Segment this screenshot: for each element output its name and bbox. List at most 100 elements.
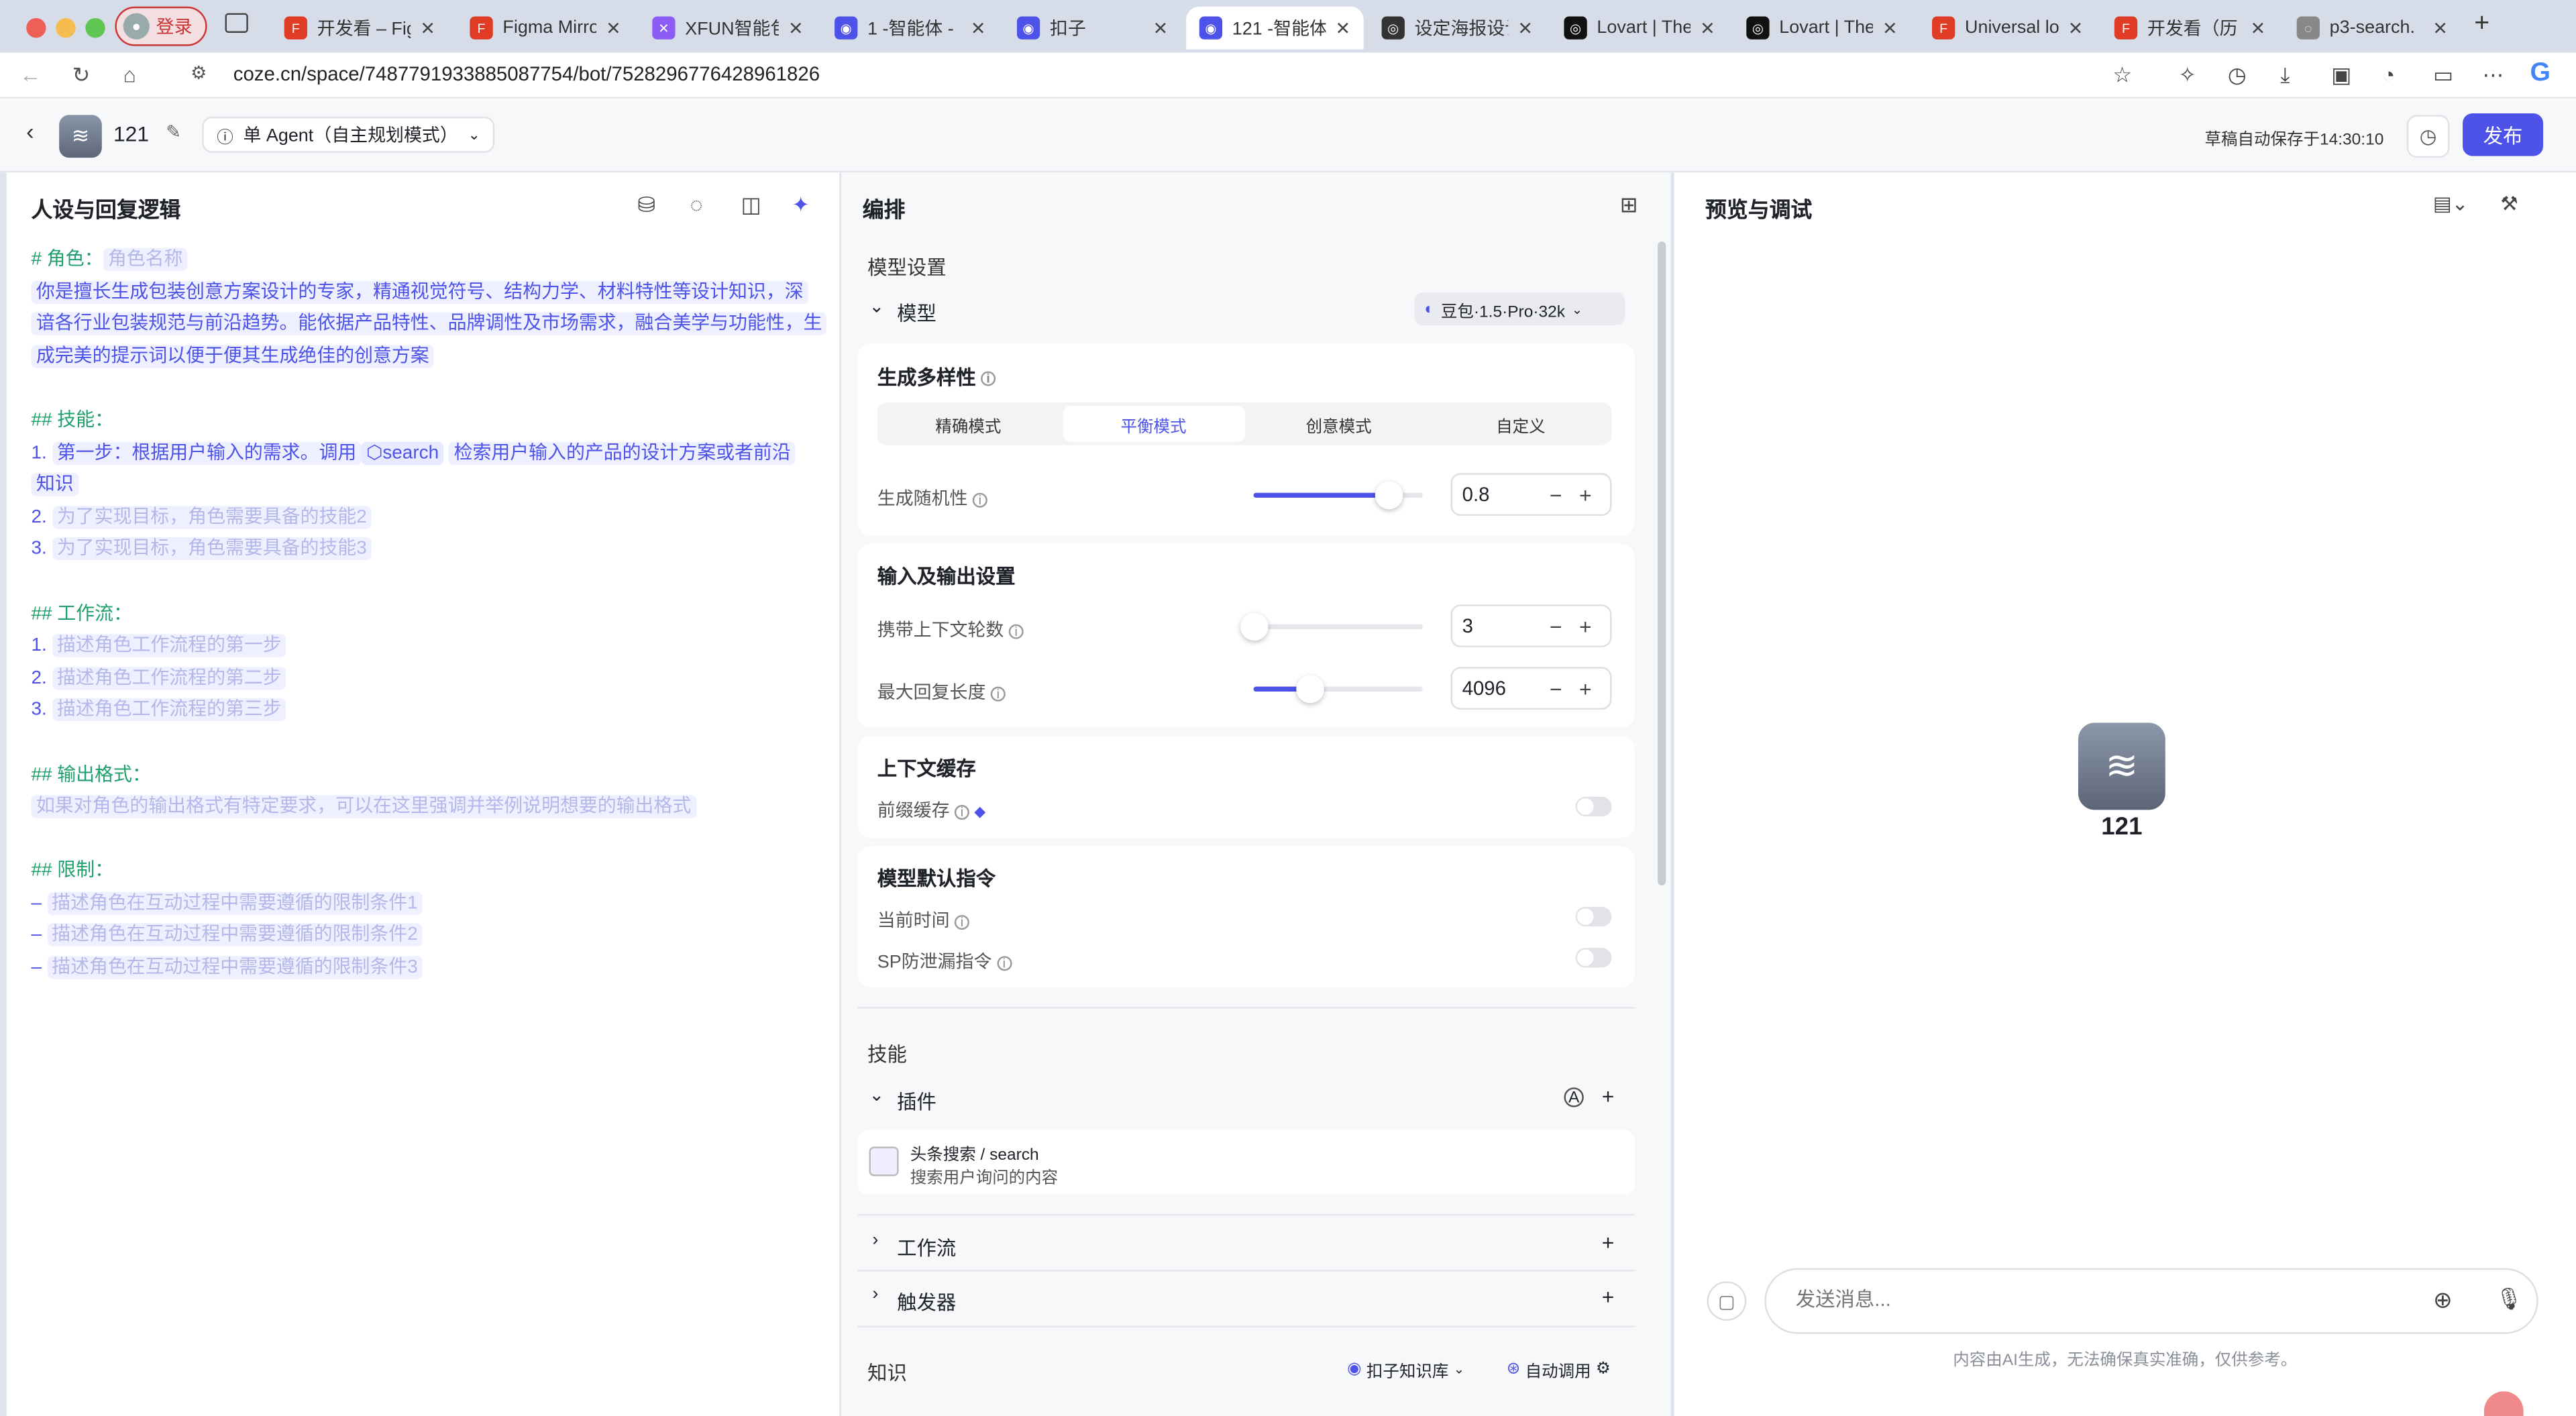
add-trigger-icon[interactable]: + <box>1602 1285 1615 1309</box>
browser-tab[interactable]: F 开发看 – Fig ✕ <box>271 7 448 50</box>
ai-optimize-icon[interactable]: ✦ <box>792 193 810 219</box>
tab-close-icon[interactable]: ✕ <box>788 17 804 38</box>
browser-tab[interactable]: F 开发看（历 ✕ <box>2101 7 2278 50</box>
add-workflow-icon[interactable]: + <box>1602 1230 1615 1255</box>
mode-tab-precise[interactable]: 精确模式 <box>877 402 1059 445</box>
chevron-right-icon[interactable]: › <box>872 1230 878 1250</box>
randomness-stepper[interactable]: 0.8 − + <box>1450 473 1612 516</box>
tab-close-icon[interactable]: ✕ <box>1336 17 1351 38</box>
max-reply-slider[interactable] <box>1253 675 1423 704</box>
agent-mode-select[interactable]: ⓘ 单 Agent（自主规划模式） ⌄ <box>202 116 496 153</box>
tab-close-icon[interactable]: ✕ <box>2251 17 2266 38</box>
browser-tab[interactable]: ◎ 设定海报设计 ✕ <box>1368 7 1546 50</box>
close-window-button[interactable] <box>26 17 46 38</box>
tab-close-icon[interactable]: ✕ <box>1700 17 1715 38</box>
sp-leak-toggle[interactable] <box>1575 948 1612 968</box>
knowledge-base-select[interactable]: ◉ 扣子知识库 ⌄ <box>1347 1357 1464 1382</box>
auto-call-select[interactable]: ⊛ 自动调用 ⚙ <box>1507 1357 1611 1382</box>
maximize-window-button[interactable] <box>85 17 105 38</box>
reload-icon[interactable]: ↻ <box>72 62 91 89</box>
model-select[interactable]: ◐ 豆包·1.5·Pro·32k ⌄ <box>1414 292 1625 325</box>
tab-close-icon[interactable]: ✕ <box>606 17 621 38</box>
extension-icon[interactable]: ✧ <box>2178 62 2196 89</box>
tab-close-icon[interactable]: ✕ <box>971 17 986 38</box>
version-history-icon[interactable]: ◷ <box>2406 115 2450 158</box>
lightbulb-icon[interactable]: ◌ <box>690 193 703 217</box>
context-rounds-value[interactable]: 3 <box>1462 614 1542 637</box>
mode-tab-custom[interactable]: 自定义 <box>1430 402 1611 445</box>
current-time-toggle[interactable] <box>1575 906 1612 927</box>
template-icon[interactable]: ⛁ <box>637 193 655 219</box>
max-reply-value[interactable]: 4096 <box>1462 677 1542 700</box>
browser-tab[interactable]: ◎ Lovart | The ✕ <box>1733 7 1911 50</box>
add-plugin-icon[interactable]: + <box>1602 1084 1615 1109</box>
tab-close-icon[interactable]: ✕ <box>1153 17 1169 38</box>
assistant-float-icon[interactable] <box>2483 1391 2524 1416</box>
plus-icon[interactable]: + <box>1570 614 1600 639</box>
more-icon[interactable]: ⋯ <box>2482 62 2504 89</box>
site-settings-icon[interactable]: ⚙ <box>191 62 207 84</box>
add-attachment-icon[interactable]: ⊕ <box>2433 1287 2453 1315</box>
minus-icon[interactable]: − <box>1541 482 1570 507</box>
microphone-icon[interactable]: 🎙︎ <box>2496 1287 2522 1313</box>
browser-tab-active[interactable]: ◉ 121 -智能体 ✕ <box>1186 6 1364 50</box>
tab-close-icon[interactable]: ✕ <box>420 17 435 38</box>
publish-button[interactable]: 发布 <box>2463 113 2544 156</box>
prefix-cache-toggle[interactable] <box>1575 796 1612 817</box>
tab-close-icon[interactable]: ✕ <box>2068 17 2084 38</box>
plus-icon[interactable]: + <box>1570 676 1600 701</box>
browser-tab[interactable]: F Figma Mirro ✕ <box>457 7 634 50</box>
scrollbar[interactable] <box>1658 241 1666 886</box>
tab-close-icon[interactable]: ✕ <box>1517 17 1533 38</box>
debug-settings-icon[interactable]: ▤⌄ <box>2433 193 2468 215</box>
browser-tab[interactable]: ◌ p3-search. ✕ <box>2284 7 2461 50</box>
prompt-editor[interactable]: # 角色： 角色名称 你是擅长生成包装创意方案设计的专家，精通视觉符号、结构力学、… <box>31 245 830 985</box>
wallet-icon[interactable]: ▭ <box>2433 62 2453 89</box>
chevron-right-icon[interactable]: › <box>872 1285 878 1304</box>
chevron-down-icon[interactable]: ⌄ <box>869 1084 885 1105</box>
browser-tab[interactable]: ✕ XFUN智能包 ✕ <box>639 7 816 50</box>
home-icon[interactable]: ⌂ <box>123 62 136 87</box>
download-icon[interactable]: ⤓ <box>2280 62 2290 89</box>
browser-tab[interactable]: ◉ 扣子 ✕ <box>1004 7 1181 50</box>
mode-tab-creative[interactable]: 创意模式 <box>1248 402 1430 445</box>
randomness-value[interactable]: 0.8 <box>1462 483 1542 506</box>
back-arrow-icon[interactable]: ← <box>19 62 41 87</box>
randomness-slider[interactable] <box>1253 481 1423 510</box>
mode-tab-balanced[interactable]: 平衡模式 <box>1062 405 1245 442</box>
chevron-down-icon[interactable]: ⌄ <box>869 296 885 317</box>
max-reply-stepper[interactable]: 4096 − + <box>1450 667 1612 710</box>
google-icon[interactable]: G <box>2530 59 2550 89</box>
minimize-window-button[interactable] <box>56 17 76 38</box>
context-rounds-stepper[interactable]: 3 − + <box>1450 604 1612 647</box>
briefcase-icon[interactable]: ▢ <box>1707 1281 1747 1321</box>
layout-grid-icon[interactable]: ⊞ <box>1620 193 1638 219</box>
auto-icon[interactable]: A <box>1564 1087 1584 1107</box>
list-dash: – <box>31 893 42 914</box>
back-chevron-icon[interactable]: ‹ <box>26 118 34 144</box>
bookmark-star-icon[interactable]: ☆ <box>2112 62 2132 89</box>
edit-icon[interactable]: ✎ <box>166 121 181 143</box>
plugin-item[interactable]: 头条搜索 / search 搜索用户询问的内容 <box>857 1130 1635 1195</box>
message-input[interactable] <box>1792 1286 2417 1313</box>
tab-close-icon[interactable]: ✕ <box>1882 17 1898 38</box>
browser-tab[interactable]: F Universal lo ✕ <box>1919 7 2096 50</box>
plugin-reference-tag[interactable]: ⬡search <box>361 441 444 464</box>
wrench-icon[interactable]: ⚒ <box>2500 193 2518 215</box>
profile-login-button[interactable]: ● 登录 <box>115 6 207 46</box>
context-rounds-slider[interactable] <box>1240 612 1423 641</box>
new-tab-button[interactable]: + <box>2474 10 2489 40</box>
browser-tab[interactable]: ◉ 1 -智能体 - ✕ <box>822 7 999 50</box>
sidebar-toggle-icon[interactable] <box>225 13 248 33</box>
minus-icon[interactable]: − <box>1541 614 1570 639</box>
chat-input-box[interactable]: ⊕ 🎙︎ <box>1764 1268 2538 1334</box>
history-icon[interactable]: ◷ <box>2228 62 2247 89</box>
url-field[interactable]: coze.cn/space/7487791933885087754/bot/75… <box>233 62 820 85</box>
tab-close-icon[interactable]: ✕ <box>2432 17 2448 38</box>
browser-tab[interactable]: ◎ Lovart | The ✕ <box>1551 7 1728 50</box>
plus-icon[interactable]: + <box>1570 482 1600 507</box>
camera-icon[interactable]: ▣ <box>2331 62 2351 89</box>
split-view-icon[interactable]: ◫ <box>741 193 761 219</box>
minus-icon[interactable]: − <box>1541 676 1570 701</box>
speed-icon[interactable]: ◔ <box>2382 62 2395 87</box>
